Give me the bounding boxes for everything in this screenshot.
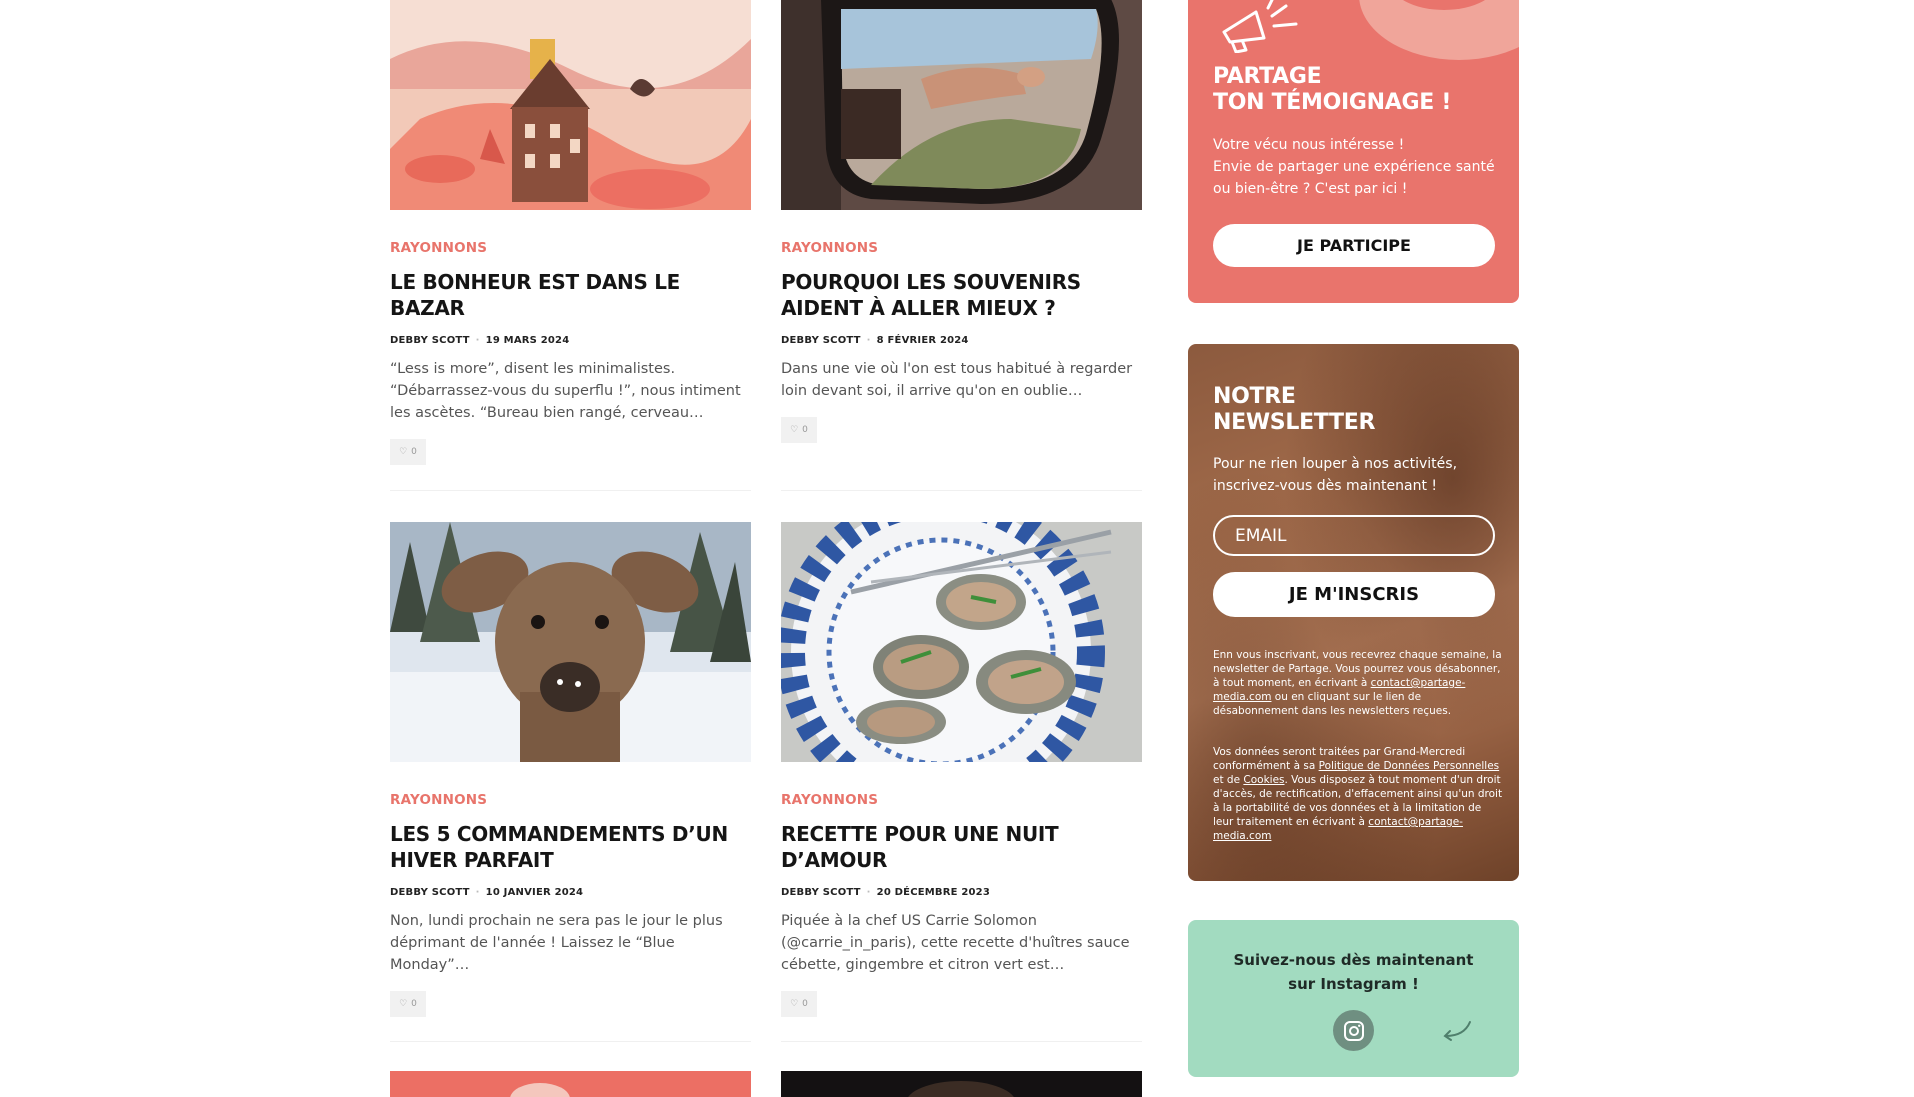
divider xyxy=(390,490,751,491)
article-author[interactable]: DEBBY SCOTT xyxy=(781,335,861,346)
participate-button[interactable]: JE PARTICIPE xyxy=(1213,224,1495,267)
newsletter-legal-1: Enn vous inscrivant, vous recevrez chaqu… xyxy=(1213,649,1502,717)
article-card[interactable]: RAYONNONS LES 5 COMMANDEMENTS D’UN HIVER… xyxy=(390,522,751,1017)
newsletter-title-line1: NOTRE xyxy=(1213,384,1296,409)
temoignage-title: PARTAGE TON TÉMOIGNAGE ! xyxy=(1213,64,1451,116)
heart-icon: ♡ xyxy=(790,425,799,435)
subscribe-button[interactable]: JE M'INSCRIS xyxy=(1213,572,1495,617)
article-image[interactable] xyxy=(781,522,1142,762)
newsletter-text: Pour ne rien louper à nos activités, ins… xyxy=(1213,456,1458,494)
article-date: 10 JANVIER 2024 xyxy=(485,887,584,898)
instagram-icon xyxy=(1343,1020,1364,1041)
newsletter-legal-2: Vos données seront traitées par Grand-Me… xyxy=(1213,746,1503,842)
article-image[interactable] xyxy=(781,1071,1142,1097)
article-card[interactable]: RAYONNONS LE BONHEUR EST DANS LE BAZAR D… xyxy=(390,0,751,465)
article-category[interactable]: RAYONNONS xyxy=(390,792,751,808)
temoignage-title-line1: PARTAGE xyxy=(1213,64,1322,89)
article-meta: DEBBY SCOTT · 19 MARS 2024 xyxy=(390,335,570,346)
instagram-widget: Suivez-nous dès maintenant sur Instagram… xyxy=(1188,920,1519,1077)
article-date: 19 MARS 2024 xyxy=(485,335,570,346)
article-date: 20 DÉCEMBRE 2023 xyxy=(876,887,990,898)
article-date: 8 FÉVRIER 2024 xyxy=(876,335,969,346)
like-button[interactable]: ♡ 0 xyxy=(781,417,817,443)
article-meta: DEBBY SCOTT · 20 DÉCEMBRE 2023 xyxy=(781,887,990,898)
article-meta: DEBBY SCOTT · 10 JANVIER 2024 xyxy=(390,887,584,898)
instagram-text-line1: Suivez-nous dès maintenant xyxy=(1233,951,1474,969)
portrait-photo xyxy=(908,1081,1014,1097)
temoignage-title-line2: TON TÉMOIGNAGE ! xyxy=(1213,90,1452,115)
like-count: 0 xyxy=(802,999,808,1009)
divider xyxy=(781,490,1142,491)
article-card[interactable]: RAYONNONS POURQUOI LES SOUVENIRS AIDENT … xyxy=(781,0,1142,443)
oysters-plate-photo xyxy=(781,522,1142,762)
heart-icon: ♡ xyxy=(399,999,408,1009)
heart-icon: ♡ xyxy=(399,447,408,457)
like-count: 0 xyxy=(411,447,417,457)
newsletter-title-line2: NEWSLETTER xyxy=(1213,410,1376,435)
article-meta: DEBBY SCOTT · 8 FÉVRIER 2024 xyxy=(781,335,969,346)
newsletter-title: NOTRE NEWSLETTER xyxy=(1213,384,1375,436)
article-excerpt: Piquée à la chef US Carrie Solomon (@car… xyxy=(781,913,1130,973)
cookies-link[interactable]: Cookies xyxy=(1243,774,1284,786)
article-title[interactable]: POURQUOI LES SOUVENIRS AIDENT À ALLER MI… xyxy=(781,269,1142,321)
article-image[interactable] xyxy=(390,1071,751,1097)
like-button[interactable]: ♡ 0 xyxy=(390,991,426,1017)
newsletter-widget: NOTRE NEWSLETTER Pour ne rien louper à n… xyxy=(1188,344,1519,881)
article-title[interactable]: RECETTE POUR UNE NUIT D’AMOUR xyxy=(781,821,1142,873)
article-image[interactable] xyxy=(390,522,751,762)
privacy-policy-link[interactable]: Politique de Données Personnelles xyxy=(1319,760,1500,772)
temoignage-text-line1: Votre vécu nous intéresse ! xyxy=(1213,137,1405,153)
article-card[interactable]: RAYONNONS RECETTE POUR UNE NUIT D’AMOUR … xyxy=(781,522,1142,1017)
miniature-house-photo xyxy=(390,0,751,210)
temoignage-widget: PARTAGE TON TÉMOIGNAGE ! Votre vécu nous… xyxy=(1188,0,1519,303)
email-field[interactable] xyxy=(1213,515,1495,556)
like-count: 0 xyxy=(411,999,417,1009)
article-author[interactable]: DEBBY SCOTT xyxy=(781,887,861,898)
like-button[interactable]: ♡ 0 xyxy=(781,991,817,1017)
article-category[interactable]: RAYONNONS xyxy=(390,240,751,256)
instagram-button[interactable] xyxy=(1333,1010,1374,1051)
temoignage-text: Votre vécu nous intéresse ! Envie de par… xyxy=(1213,134,1503,200)
article-author[interactable]: DEBBY SCOTT xyxy=(390,887,470,898)
megaphone-icon xyxy=(1222,0,1298,53)
curved-arrow-icon xyxy=(1443,1021,1471,1041)
article-image[interactable] xyxy=(781,0,1142,210)
article-title[interactable]: LE BONHEUR EST DANS LE BAZAR xyxy=(390,269,751,321)
article-title[interactable]: LES 5 COMMANDEMENTS D’UN HIVER PARFAIT xyxy=(390,821,751,873)
article-image[interactable] xyxy=(390,0,751,210)
car-mirror-photo xyxy=(781,0,1142,210)
like-button[interactable]: ♡ 0 xyxy=(390,439,426,465)
article-excerpt: “Less is more”, disent les minimalistes.… xyxy=(390,361,741,421)
hand-photo xyxy=(510,1083,570,1097)
article-category[interactable]: RAYONNONS xyxy=(781,240,1142,256)
divider xyxy=(390,1041,751,1042)
temoignage-text-line2: Envie de partager une expérience santé o… xyxy=(1213,159,1495,197)
article-excerpt: Dans une vie où l'on est tous habitué à … xyxy=(781,361,1133,399)
like-count: 0 xyxy=(802,425,808,435)
instagram-text: Suivez-nous dès maintenant sur Instagram… xyxy=(1188,948,1519,996)
article-author[interactable]: DEBBY SCOTT xyxy=(390,335,470,346)
heart-icon: ♡ xyxy=(790,999,799,1009)
divider xyxy=(781,1041,1142,1042)
instagram-text-line2: sur Instagram ! xyxy=(1288,975,1419,993)
deer-snow-photo xyxy=(390,522,751,762)
article-excerpt: Non, lundi prochain ne sera pas le jour … xyxy=(390,913,723,973)
article-category[interactable]: RAYONNONS xyxy=(781,792,1142,808)
